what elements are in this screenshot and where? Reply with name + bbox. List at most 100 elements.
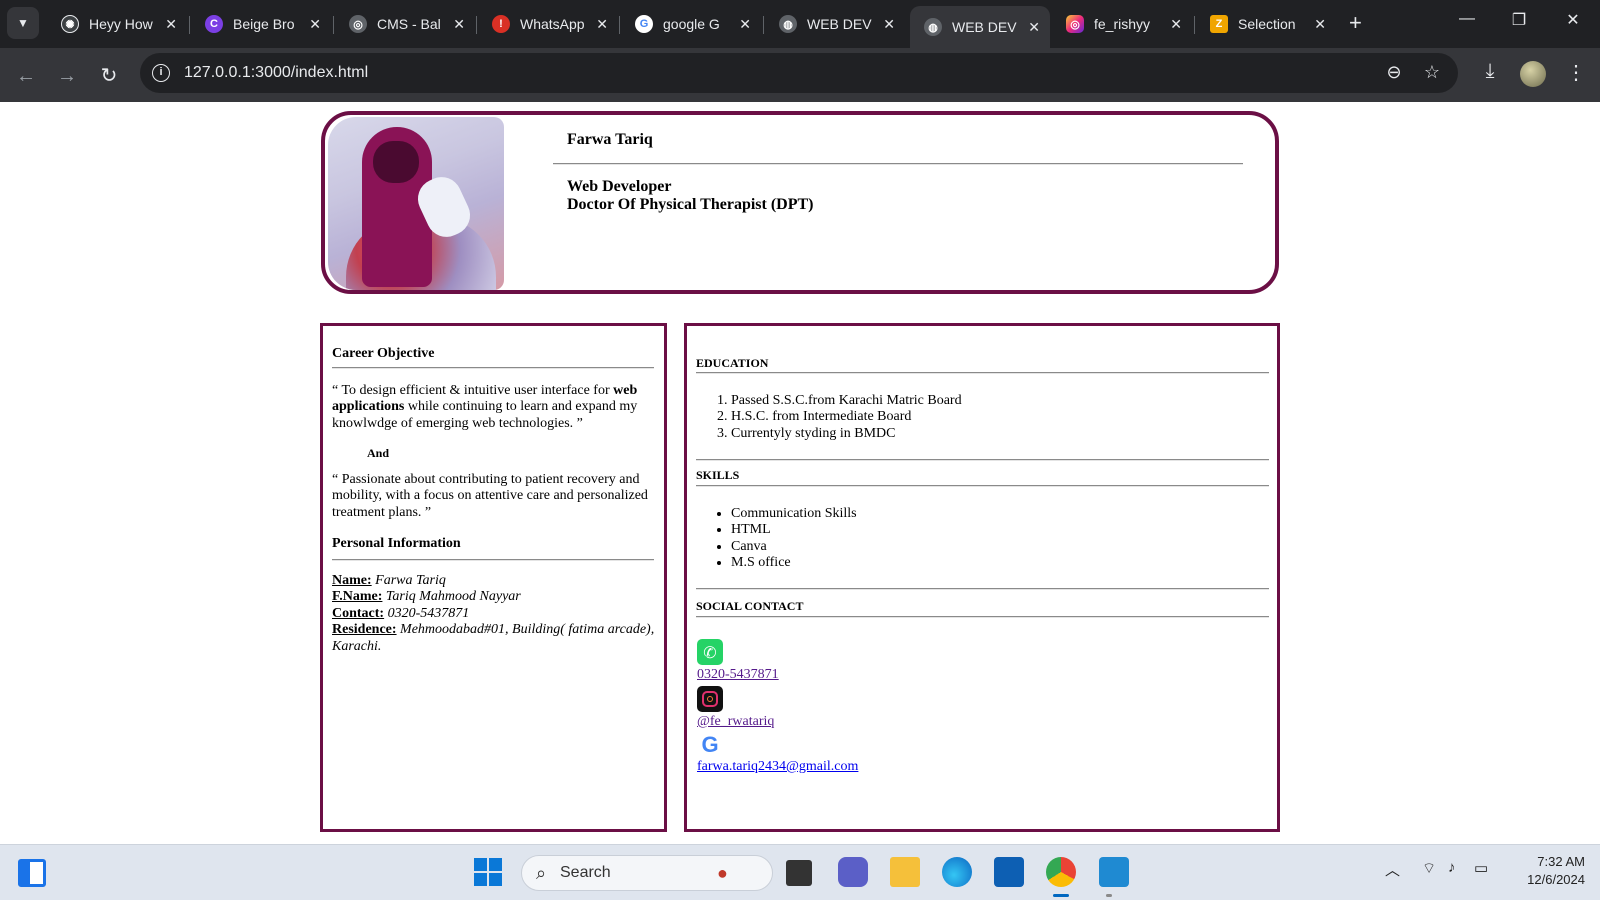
windows-start-icon[interactable] bbox=[474, 858, 502, 886]
divider bbox=[696, 372, 1269, 374]
close-icon[interactable]: ✕ bbox=[596, 16, 608, 33]
date: 12/6/2024 bbox=[1527, 872, 1585, 887]
list-item: M.S office bbox=[731, 555, 857, 571]
clock[interactable]: 7:32 AM 12/6/2024 bbox=[1505, 853, 1585, 889]
minimize-button[interactable]: — bbox=[1452, 10, 1482, 28]
personal-info-heading: Personal Information bbox=[332, 536, 461, 551]
time: 7:32 AM bbox=[1537, 854, 1585, 869]
tab-beige-bro[interactable]: C Beige Bro ✕ bbox=[191, 6, 331, 42]
tab-title: google G bbox=[663, 16, 720, 32]
download-icon[interactable]: ⤓ bbox=[1476, 60, 1504, 83]
close-icon[interactable]: ✕ bbox=[1170, 16, 1182, 33]
personal-info: Name: Farwa Tariq F.Name: Tariq Mahmood … bbox=[332, 573, 655, 654]
tab-title: WEB DEV bbox=[807, 16, 872, 32]
tab-title: fe_rishyy bbox=[1094, 16, 1151, 32]
profile-avatar[interactable] bbox=[1520, 61, 1546, 87]
widgets-icon[interactable] bbox=[18, 859, 46, 887]
canva-icon: C bbox=[205, 15, 223, 33]
site-info-icon[interactable]: i bbox=[152, 64, 170, 82]
running-indicator bbox=[1053, 894, 1069, 897]
instagram-icon[interactable] bbox=[697, 686, 723, 712]
browser-toolbar: ← → ↻ i 127.0.0.1:3000/index.html ⊖ ☆ ⤓ … bbox=[0, 48, 1600, 102]
taskbar: ⌕ Search ● ︿ ⌔ ♪ ▭ 7:32 AM 12/6/2024 bbox=[0, 844, 1600, 900]
back-button[interactable]: ← bbox=[12, 62, 40, 90]
social-contact-heading: SOCIAL CONTACT bbox=[696, 599, 804, 613]
divider bbox=[696, 588, 1269, 590]
tab-web-dev[interactable]: ◍ WEB DEV ✕ bbox=[765, 6, 905, 42]
close-icon[interactable]: ✕ bbox=[1314, 16, 1326, 33]
google-icon[interactable]: G bbox=[697, 732, 723, 758]
close-icon[interactable]: ✕ bbox=[309, 16, 321, 33]
menu-kebab-icon[interactable]: ⋮ bbox=[1562, 60, 1590, 85]
career-objective-text: “ To design efficient & intuitive user i… bbox=[332, 383, 638, 431]
resume-name: Farwa Tariq bbox=[567, 131, 653, 148]
volume-icon[interactable]: ♪ bbox=[1448, 859, 1456, 876]
chrome-icon[interactable] bbox=[1046, 857, 1076, 887]
profile-photo bbox=[328, 117, 504, 290]
task-view-icon[interactable] bbox=[786, 860, 812, 886]
tab-strip: ▼ ✺ Heyy How ✕ C Beige Bro ✕ ◎ CMS - Bal… bbox=[0, 0, 1600, 48]
search-highlight-icon: ● bbox=[717, 863, 728, 883]
restore-button[interactable]: ❐ bbox=[1504, 10, 1534, 30]
tab-heyy-how[interactable]: ✺ Heyy How ✕ bbox=[47, 6, 187, 42]
tab-web-dev-active[interactable]: ◍ WEB DEV ✕ bbox=[910, 6, 1050, 48]
tab-google[interactable]: G google G ✕ bbox=[621, 6, 761, 42]
list-item: Communication Skills bbox=[731, 506, 857, 522]
globe-icon: ◍ bbox=[779, 15, 797, 33]
teams-icon[interactable] bbox=[838, 857, 868, 887]
role-dpt: Doctor Of Physical Therapist (DPT) bbox=[567, 196, 814, 213]
vscode-icon[interactable] bbox=[1099, 857, 1129, 887]
url-text[interactable]: 127.0.0.1:3000/index.html bbox=[184, 64, 368, 82]
tab-title: Heyy How bbox=[89, 16, 153, 32]
close-icon[interactable]: ✕ bbox=[739, 16, 751, 33]
close-icon[interactable]: ✕ bbox=[165, 16, 177, 33]
new-tab-button[interactable]: + bbox=[1349, 11, 1362, 35]
chatgpt-icon: ✺ bbox=[61, 15, 79, 33]
left-column: Career Objective “ To design efficient &… bbox=[320, 323, 667, 832]
divider bbox=[553, 163, 1243, 165]
wifi-icon[interactable]: ⌔ bbox=[1422, 859, 1436, 878]
bookmark-star-icon[interactable]: ☆ bbox=[1421, 62, 1443, 83]
address-bar[interactable]: i 127.0.0.1:3000/index.html ⊖ ☆ bbox=[140, 53, 1458, 93]
file-explorer-icon[interactable] bbox=[890, 857, 920, 887]
close-icon[interactable]: ✕ bbox=[1028, 19, 1040, 36]
edge-icon[interactable] bbox=[942, 857, 972, 887]
close-icon[interactable]: ✕ bbox=[453, 16, 465, 33]
tab-selection[interactable]: Z Selection ✕ bbox=[1196, 6, 1336, 42]
close-icon[interactable]: ✕ bbox=[883, 16, 895, 33]
taskbar-search[interactable]: ⌕ Search ● bbox=[521, 855, 773, 891]
whatsapp-alert-icon: ! bbox=[492, 15, 510, 33]
battery-icon[interactable]: ▭ bbox=[1474, 859, 1488, 877]
career-objective-text-2: “ Passionate about contributing to patie… bbox=[332, 472, 648, 520]
reload-button[interactable]: ↻ bbox=[95, 62, 123, 90]
cms-icon: ◎ bbox=[349, 15, 367, 33]
list-item: Currentyly styding in BMDC bbox=[731, 426, 962, 442]
education-heading: EDUCATION bbox=[696, 356, 769, 370]
divider bbox=[332, 367, 654, 369]
whatsapp-icon[interactable]: ✆ bbox=[697, 639, 723, 665]
tab-title: Selection bbox=[1238, 16, 1296, 32]
forward-button[interactable]: → bbox=[53, 62, 81, 90]
divider bbox=[696, 459, 1269, 461]
whatsapp-link[interactable]: 0320-5437871 bbox=[697, 667, 779, 683]
and-text: And bbox=[367, 446, 390, 460]
page-viewport: Farwa Tariq Web Developer Doctor Of Phys… bbox=[0, 102, 1600, 844]
tab-instagram[interactable]: ◎ fe_rishyy ✕ bbox=[1052, 6, 1192, 42]
list-item: H.S.C. from Intermediate Board bbox=[731, 409, 962, 425]
email-link[interactable]: farwa.tariq2434@gmail.com bbox=[697, 759, 858, 775]
globe-icon: ◍ bbox=[924, 18, 942, 36]
tab-title: WhatsApp bbox=[520, 16, 585, 32]
tab-whatsapp[interactable]: ! WhatsApp ✕ bbox=[478, 6, 618, 42]
skills-heading: SKILLS bbox=[696, 468, 740, 482]
chevron-up-icon[interactable]: ︿ bbox=[1385, 859, 1400, 880]
instagram-link[interactable]: @fe_rwatariq bbox=[697, 714, 774, 730]
google-icon: G bbox=[635, 15, 653, 33]
search-icon: ⌕ bbox=[536, 863, 547, 883]
career-objective-heading: Career Objective bbox=[332, 346, 435, 361]
divider bbox=[332, 559, 654, 561]
tab-search-button[interactable]: ▼ bbox=[7, 7, 39, 39]
tab-cms[interactable]: ◎ CMS - Bal ✕ bbox=[335, 6, 475, 42]
close-window-button[interactable]: ✕ bbox=[1558, 10, 1588, 30]
zoom-icon[interactable]: ⊖ bbox=[1383, 62, 1405, 83]
microsoft-store-icon[interactable] bbox=[994, 857, 1024, 887]
